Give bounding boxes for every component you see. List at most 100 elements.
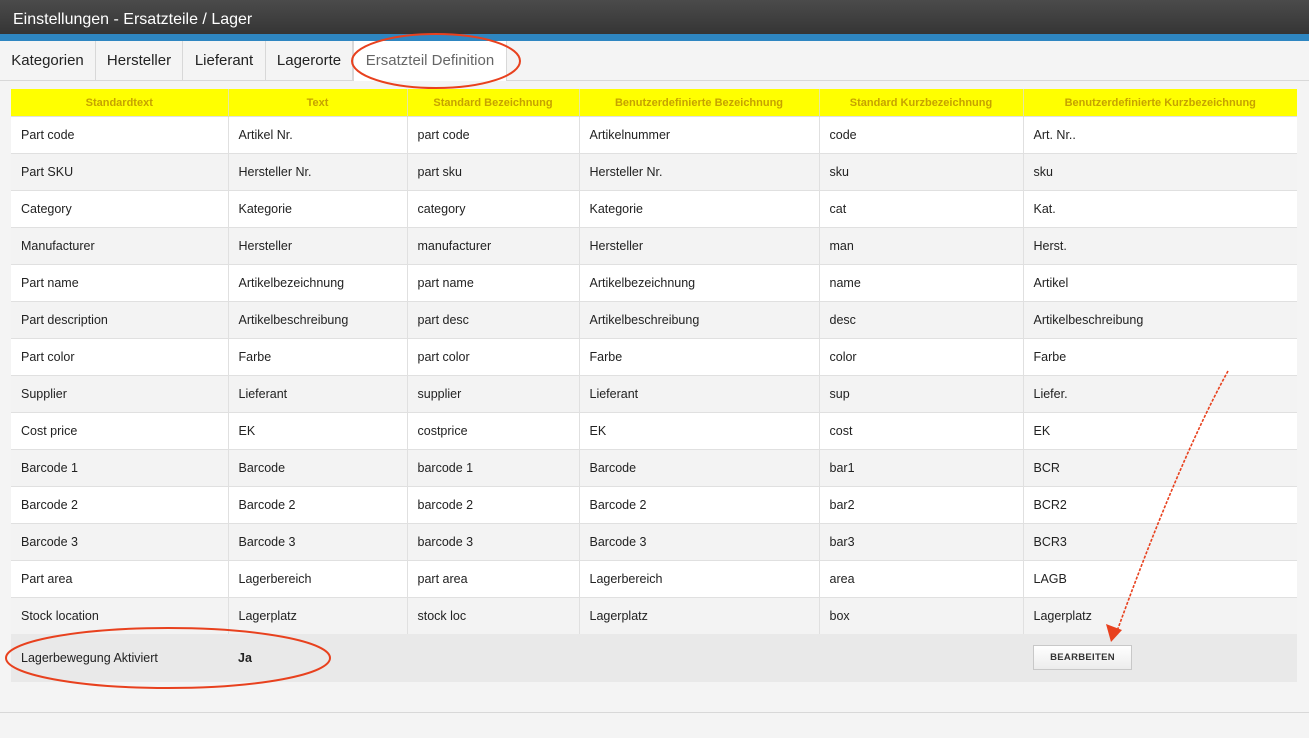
- tab-label: Lagerorte: [276, 52, 342, 69]
- table-cell: Barcode 3: [11, 523, 229, 561]
- table-cell: part color: [407, 338, 580, 376]
- table-cell: Barcode 2: [11, 486, 229, 524]
- table-cell: Part description: [11, 301, 229, 339]
- table-cell: Manufacturer: [11, 227, 229, 265]
- table-cell: sup: [819, 375, 1024, 413]
- tab-label: Ersatzteil Definition: [365, 52, 495, 69]
- table-cell: Part color: [11, 338, 229, 376]
- table-row: Part code Artikel Nr. part code Artikelnumm…: [11, 116, 1297, 154]
- table-cell: sku: [1023, 153, 1297, 191]
- table-cell: Artikelnummer: [579, 116, 820, 154]
- table-cell: Hersteller: [579, 227, 820, 265]
- table-cell: Barcode 3: [228, 523, 408, 561]
- table-cell: Kat.: [1023, 190, 1297, 228]
- table-row: Cost price EK costprice EK cost EK: [11, 412, 1297, 450]
- table-cell: Hersteller Nr.: [228, 153, 408, 191]
- table-cell: box: [819, 597, 1024, 634]
- table-cell: Lieferant: [579, 375, 820, 413]
- tab-label: Lieferant: [194, 52, 254, 69]
- table-header-row: Standardtext Text Standard Bezeichnung B…: [11, 89, 1297, 117]
- table-row: Barcode 2 Barcode 2 barcode 2 Barcode 2 bar2…: [11, 486, 1297, 524]
- table-cell: cat: [819, 190, 1024, 228]
- window-titlebar: Einstellungen - Ersatzteile / Lager: [0, 0, 1309, 34]
- table-cell: supplier: [407, 375, 580, 413]
- table-cell: code: [819, 116, 1024, 154]
- column-header: Standard Kurzbezeichnung: [819, 89, 1024, 117]
- table-cell: desc: [819, 301, 1024, 339]
- table-cell: barcode 2: [407, 486, 580, 524]
- table-cell: Lagerbereich: [228, 560, 408, 598]
- table-cell: Part code: [11, 116, 229, 154]
- table-cell: bar1: [819, 449, 1024, 487]
- table-cell: costprice: [407, 412, 580, 450]
- table-cell: barcode 1: [407, 449, 580, 487]
- stock-movement-label: Lagerbewegung Aktiviert: [21, 651, 158, 665]
- table-cell: Part area: [11, 560, 229, 598]
- tab-label: Hersteller: [106, 52, 172, 69]
- table-cell: LAGB: [1023, 560, 1297, 598]
- table-cell: bar2: [819, 486, 1024, 524]
- table-cell: part area: [407, 560, 580, 598]
- tab-lieferant[interactable]: Lieferant: [183, 41, 266, 80]
- column-header: Benutzerdefinierte Kurzbezeichnung: [1023, 89, 1297, 117]
- table-cell: Kategorie: [228, 190, 408, 228]
- table-cell: Barcode 2: [228, 486, 408, 524]
- tab-lagerorte[interactable]: Lagerorte: [266, 41, 353, 80]
- table-row: Category Kategorie category Kategorie cat Kat…: [11, 190, 1297, 228]
- tab-kategorien[interactable]: Kategorien: [0, 41, 96, 80]
- table-row: Part color Farbe part color Farbe color Farbe: [11, 338, 1297, 376]
- table-row: Part SKU Hersteller Nr. part sku Hersteller…: [11, 153, 1297, 191]
- table-cell: area: [819, 560, 1024, 598]
- tab-label: Kategorien: [11, 52, 84, 69]
- table-cell: EK: [228, 412, 408, 450]
- definition-table-wrap: Standardtext Text Standard Bezeichnung B…: [11, 89, 1297, 634]
- table-cell: Artikel Nr.: [228, 116, 408, 154]
- table-cell: part sku: [407, 153, 580, 191]
- edit-button[interactable]: BEARBEITEN: [1033, 645, 1132, 670]
- table-cell: BCR3: [1023, 523, 1297, 561]
- column-header: Standard Bezeichnung: [407, 89, 580, 117]
- table-cell: part desc: [407, 301, 580, 339]
- table-cell: BCR: [1023, 449, 1297, 487]
- divider: [0, 712, 1309, 713]
- table-cell: Artikelbezeichnung: [228, 264, 408, 302]
- table-cell: Artikelbeschreibung: [1023, 301, 1297, 339]
- table-cell: part code: [407, 116, 580, 154]
- window-title: Einstellungen - Ersatzteile / Lager: [13, 11, 253, 28]
- stock-movement-row: Lagerbewegung Aktiviert Ja BEARBEITEN: [11, 634, 1297, 682]
- table-cell: EK: [1023, 412, 1297, 450]
- table-cell: category: [407, 190, 580, 228]
- table-row: Stock location Lagerplatz stock loc Lagerpl…: [11, 597, 1297, 634]
- table-cell: color: [819, 338, 1024, 376]
- table-cell: Part SKU: [11, 153, 229, 191]
- table-cell: Artikelbezeichnung: [579, 264, 820, 302]
- table-body: Part code Artikel Nr. part code Artikelnumm…: [11, 116, 1297, 634]
- tab-ersatzteil-definition[interactable]: Ersatzteil Definition: [353, 41, 507, 81]
- table-cell: Barcode 3: [579, 523, 820, 561]
- table-row: Part name Artikelbezeichnung part name Arti…: [11, 264, 1297, 302]
- table-cell: Lagerplatz: [228, 597, 408, 634]
- table-row: Barcode 1 Barcode barcode 1 Barcode bar1 BCR: [11, 449, 1297, 487]
- column-header: Benutzerdefinierte Bezeichnung: [579, 89, 820, 117]
- table-cell: Art. Nr..: [1023, 116, 1297, 154]
- table-cell: part name: [407, 264, 580, 302]
- table-row: Part area Lagerbereich part area Lagerberei…: [11, 560, 1297, 598]
- accent-bar: [0, 34, 1309, 41]
- column-header: Text: [228, 89, 408, 117]
- table-cell: Supplier: [11, 375, 229, 413]
- table-cell: stock loc: [407, 597, 580, 634]
- tab-hersteller[interactable]: Hersteller: [96, 41, 183, 80]
- table-cell: Farbe: [1023, 338, 1297, 376]
- table-cell: bar3: [819, 523, 1024, 561]
- table-cell: Herst.: [1023, 227, 1297, 265]
- table-cell: Part name: [11, 264, 229, 302]
- table-cell: BCR2: [1023, 486, 1297, 524]
- table-cell: Kategorie: [579, 190, 820, 228]
- table-cell: Farbe: [228, 338, 408, 376]
- table-cell: Stock location: [11, 597, 229, 634]
- stock-movement-value: Ja: [238, 651, 252, 665]
- table-cell: Lieferant: [228, 375, 408, 413]
- column-header: Standardtext: [11, 89, 229, 117]
- table-cell: EK: [579, 412, 820, 450]
- table-cell: Barcode 1: [11, 449, 229, 487]
